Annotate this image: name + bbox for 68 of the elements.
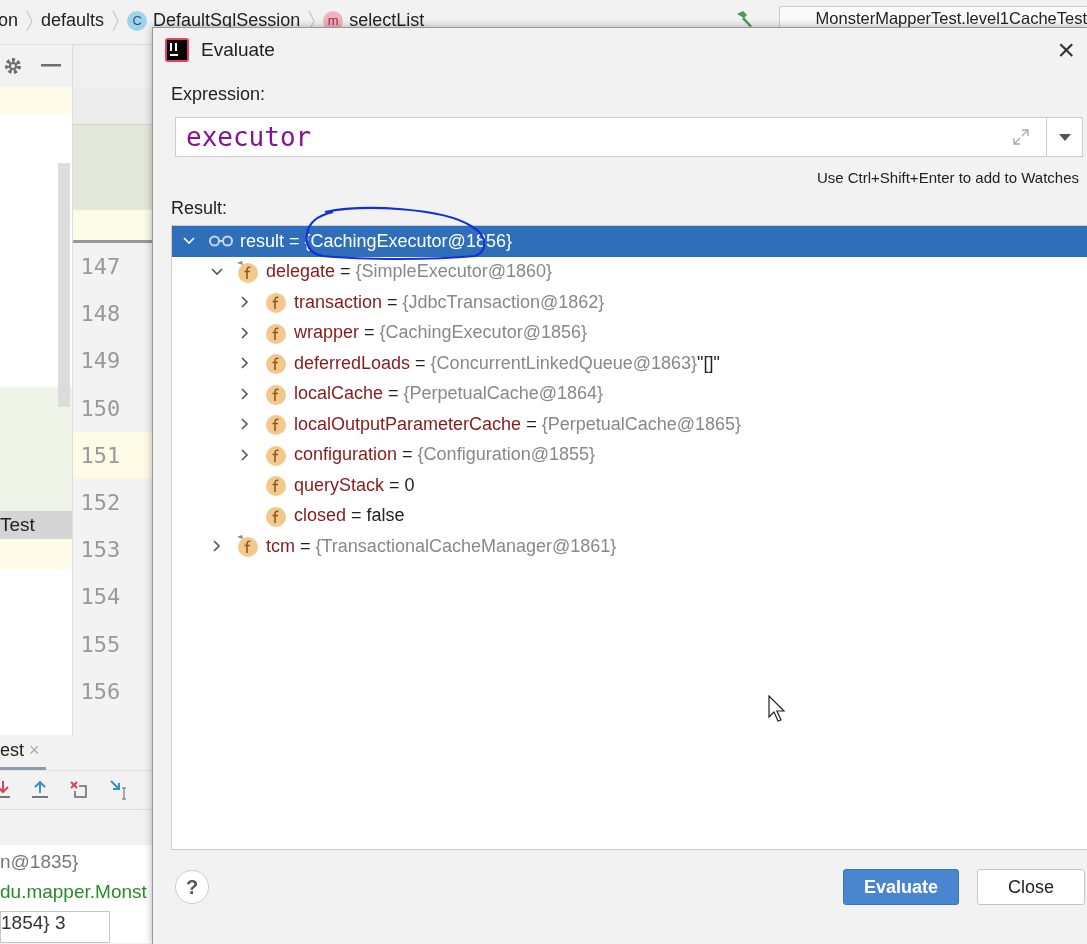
field-icon bbox=[264, 412, 288, 437]
line-number: 153 bbox=[79, 536, 122, 565]
chevron-icon bbox=[112, 10, 120, 32]
variable-entry: tcm = {TransactionalCacheManager@1861} bbox=[266, 535, 617, 557]
app-logo-icon bbox=[165, 38, 189, 62]
variable-entry: result = {CachingExecutor@1856} bbox=[240, 230, 512, 252]
list-item[interactable]: Test bbox=[0, 511, 72, 539]
variable-entry: delegate = {SimpleExecutor@1860} bbox=[266, 261, 552, 283]
tree-row[interactable]: wrapper = {CachingExecutor@1856} bbox=[172, 317, 1087, 348]
history-dropdown[interactable] bbox=[1047, 117, 1083, 157]
line-number: 156 bbox=[79, 677, 122, 706]
breadcrumb-item[interactable]: defaults bbox=[41, 10, 105, 31]
line-number: 152 bbox=[79, 489, 122, 518]
variable-entry: queryStack = 0 bbox=[294, 474, 415, 496]
console-tab[interactable]: est × bbox=[0, 740, 46, 771]
variable-entry: wrapper = {CachingExecutor@1856} bbox=[294, 322, 587, 344]
console-line: n@1835} bbox=[0, 851, 80, 874]
line-number: 148 bbox=[79, 300, 122, 329]
cursor-icon bbox=[768, 695, 788, 723]
minimize-icon[interactable] bbox=[41, 64, 61, 68]
settings-icon[interactable] bbox=[3, 56, 23, 76]
dialog-title: Evaluate bbox=[201, 39, 275, 61]
line-number: 151 bbox=[72, 431, 152, 479]
close-dialog-button[interactable]: Close bbox=[977, 869, 1085, 905]
chevron-icon bbox=[26, 10, 34, 32]
upload-icon[interactable] bbox=[32, 781, 48, 799]
line-number: 154 bbox=[79, 583, 122, 612]
line-number: 147 bbox=[79, 253, 122, 282]
tree-row[interactable]: tcm = {TransactionalCacheManager@1861} bbox=[172, 531, 1087, 562]
tree-row[interactable]: delegate = {SimpleExecutor@1860} bbox=[172, 256, 1087, 287]
download-icon[interactable] bbox=[0, 781, 10, 799]
breadcrumb-item[interactable]: DefaultSqlSession bbox=[153, 10, 301, 31]
tree-row[interactable]: localOutputParameterCache = {PerpetualCache@1865} bbox=[172, 409, 1087, 440]
hint-text: Use Ctrl+Shift+Enter to add to Watches bbox=[815, 169, 1079, 186]
tree-row[interactable]: transaction = {JdbcTransaction@1862} bbox=[172, 287, 1087, 318]
remove-icon[interactable] bbox=[70, 781, 88, 799]
tree-row[interactable]: result = {CachingExecutor@1856} bbox=[172, 226, 1087, 257]
variable-entry: deferredLoads = {ConcurrentLinkedQueue@1863}"[]" bbox=[294, 352, 720, 374]
tree-row[interactable]: configuration = {Configuration@1855} bbox=[172, 439, 1087, 470]
variable-entry: localOutputParameterCache = {PerpetualCache@1865} bbox=[294, 413, 742, 435]
variable-entry: configuration = {Configuration@1855} bbox=[294, 444, 595, 466]
expression-field[interactable]: executor bbox=[175, 117, 1047, 157]
field-icon bbox=[264, 351, 288, 376]
field-icon bbox=[264, 473, 288, 498]
evaluate-button[interactable]: Evaluate bbox=[843, 869, 959, 905]
class-icon: C bbox=[127, 10, 148, 31]
help-button[interactable]: ? bbox=[175, 870, 209, 904]
result-label: Result: bbox=[171, 198, 229, 219]
variable-entry: closed = false bbox=[294, 505, 405, 527]
glasses-icon bbox=[208, 235, 234, 248]
line-number: 149 bbox=[79, 347, 122, 376]
field-icon bbox=[236, 259, 260, 284]
breadcrumb-item[interactable]: selectList bbox=[349, 10, 425, 31]
line-number: 150 bbox=[79, 394, 122, 423]
tree-row[interactable]: deferredLoads = {ConcurrentLinkedQueue@1863}"[]" bbox=[172, 348, 1087, 379]
variable-entry: transaction = {JdbcTransaction@1862} bbox=[294, 291, 605, 313]
tree-row[interactable]: closed = false bbox=[172, 500, 1087, 531]
variable-entry: localCache = {PerpetualCache@1864} bbox=[294, 383, 603, 405]
tree-row[interactable]: localCache = {PerpetualCache@1864} bbox=[172, 378, 1087, 409]
scrollbar[interactable] bbox=[57, 163, 70, 407]
expression-label: Expression: bbox=[171, 84, 267, 105]
line-number: 155 bbox=[79, 630, 122, 659]
caret-icon bbox=[1058, 133, 1071, 141]
close-button[interactable]: × bbox=[1057, 35, 1075, 65]
field-icon bbox=[236, 534, 260, 559]
console-line: du.mapper.Monst bbox=[0, 881, 148, 904]
field-icon bbox=[264, 290, 288, 315]
tree-row[interactable]: queryStack = 0 bbox=[172, 470, 1087, 501]
